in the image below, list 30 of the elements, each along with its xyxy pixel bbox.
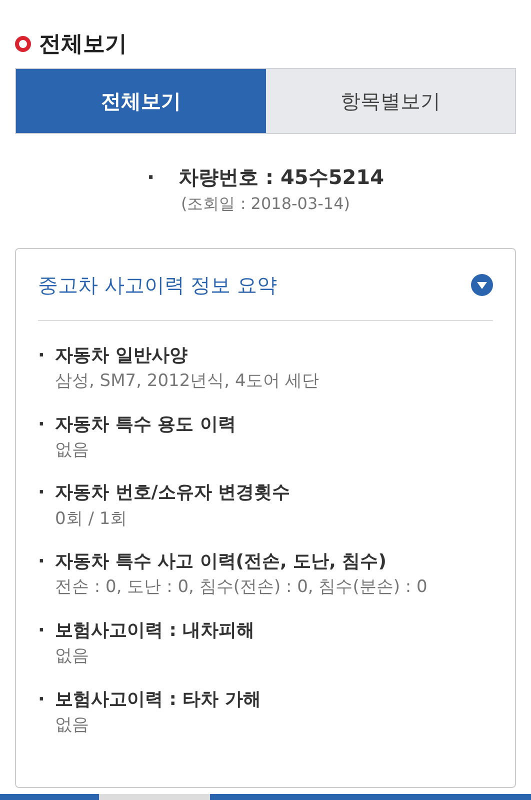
query-date: (조회일 : 2018-03-14) xyxy=(180,193,350,215)
summary-title: 중고차 사고이력 정보 요약 xyxy=(38,272,278,298)
item-value: 없음 xyxy=(54,645,90,668)
bullet: · xyxy=(146,164,155,191)
page-title: 전체보기 xyxy=(39,30,127,58)
item-label: 자동차 번호/소유자 변경횟수 xyxy=(55,481,290,506)
tab[interactable]: 항목별보기 xyxy=(266,69,515,133)
item-label: 보험사고이력 : 내차피해 xyxy=(55,618,255,643)
tab-edge[interactable] xyxy=(0,794,99,800)
bullet: · xyxy=(38,481,46,506)
item-label: 보험사고이력 : 타차 가해 xyxy=(55,688,261,712)
tab-edge[interactable] xyxy=(99,794,210,800)
ring-icon xyxy=(15,36,31,52)
tab-edge[interactable] xyxy=(210,794,531,800)
item-value: 전손 : 0, 도난 : 0, 침수(전손) : 0, 침수(분손) : 0 xyxy=(54,576,428,600)
item-label: 자동차 일반사양 xyxy=(55,344,188,368)
bullet: · xyxy=(38,412,46,437)
item-value: 삼성, SM7, 2012년식, 4도어 세단 xyxy=(54,370,320,394)
tab[interactable]: 전체보기 xyxy=(16,69,266,133)
item-value: 없음 xyxy=(54,714,90,737)
bullet: · xyxy=(38,344,46,368)
vehicle-number: 차량번호 : 45수5214 xyxy=(178,164,384,191)
bullet: · xyxy=(38,688,46,712)
bullet: · xyxy=(38,550,46,574)
bullet: · xyxy=(38,618,46,643)
item-label: 자동차 특수 사고 이력(전손, 도난, 침수) xyxy=(55,550,386,574)
collapse-icon[interactable] xyxy=(471,274,493,296)
item-value: 없음 xyxy=(54,438,90,462)
item-value: 0회 / 1회 xyxy=(54,508,128,531)
item-label: 자동차 특수 용도 이력 xyxy=(55,412,236,437)
